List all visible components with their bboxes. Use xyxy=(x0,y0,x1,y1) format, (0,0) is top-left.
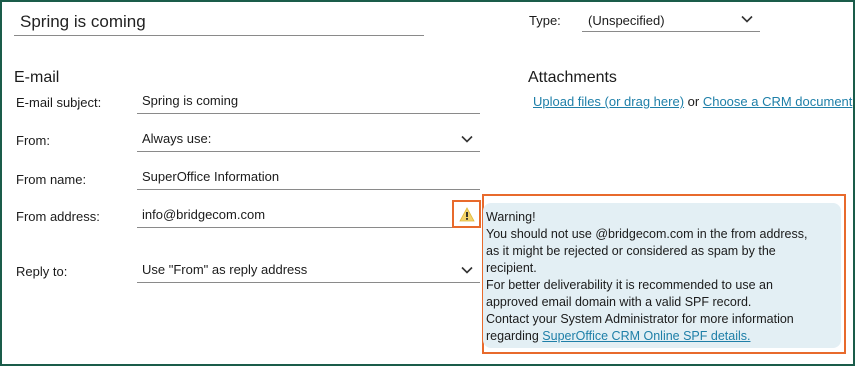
title-input[interactable]: Spring is coming xyxy=(14,6,424,36)
warning-line: Contact your System Administrator for mo… xyxy=(486,312,794,326)
warning-tooltip: Warning! You should not use @bridgecom.c… xyxy=(483,203,841,348)
from-select[interactable]: Always use: xyxy=(137,128,480,152)
from-name-input[interactable]: SuperOffice Information xyxy=(137,166,480,190)
chevron-down-icon xyxy=(741,15,753,23)
from-name-label: From name: xyxy=(16,172,87,187)
from-address-input[interactable]: info@bridgecom.com xyxy=(137,204,480,228)
type-select-value: (Unspecified) xyxy=(588,13,665,28)
from-select-value: Always use: xyxy=(142,131,212,146)
warning-line: For better deliverability it is recommen… xyxy=(486,278,773,292)
choose-crm-document-link[interactable]: Choose a CRM document xyxy=(703,94,853,109)
spf-details-link[interactable]: SuperOffice CRM Online SPF details. xyxy=(542,329,750,343)
warning-line: You should not use @bridgecom.com in the… xyxy=(486,227,808,241)
type-label: Type: xyxy=(529,13,561,28)
warning-line: regarding SuperOffice CRM Online SPF det… xyxy=(486,328,837,345)
subject-input[interactable]: Spring is coming xyxy=(137,90,480,114)
warning-indicator[interactable] xyxy=(452,200,481,228)
or-text: or xyxy=(684,94,703,109)
type-select[interactable]: (Unspecified) xyxy=(582,8,760,32)
warning-triangle-icon xyxy=(458,206,475,221)
chevron-down-icon xyxy=(461,135,473,143)
reply-to-label: Reply to: xyxy=(16,264,68,279)
warning-line-prefix: regarding xyxy=(486,329,543,343)
warning-line: recipient. xyxy=(486,261,537,275)
attachments-heading: Attachments xyxy=(528,69,617,86)
upload-files-link[interactable]: Upload files (or drag here) xyxy=(533,94,684,109)
reply-to-select-value: Use "From" as reply address xyxy=(142,262,308,277)
reply-to-select[interactable]: Use "From" as reply address xyxy=(137,259,480,283)
subject-label: E-mail subject: xyxy=(16,95,102,110)
attachments-actions: Upload files (or drag here) or Choose a … xyxy=(533,94,855,109)
chevron-down-icon xyxy=(461,266,473,274)
email-heading: E-mail xyxy=(14,69,60,86)
from-address-label: From address: xyxy=(16,209,100,224)
warning-title: Warning! xyxy=(486,210,536,224)
warning-line: as it might be rejected or considered as… xyxy=(486,244,776,258)
warning-line: approved email domain with a valid SPF r… xyxy=(486,295,752,309)
from-label: From: xyxy=(16,133,50,148)
